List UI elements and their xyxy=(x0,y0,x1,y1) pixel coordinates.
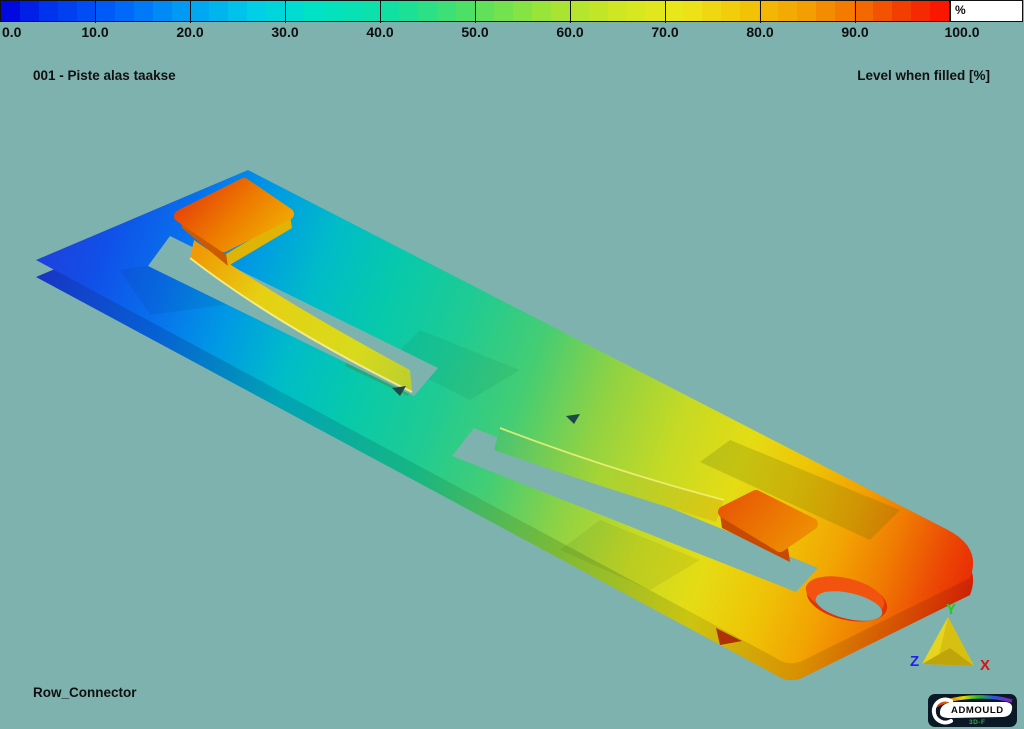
model-viewport-3d[interactable]: X Y Z ADMOULD 3D-F xyxy=(0,0,1024,729)
axis-label-y: Y xyxy=(946,601,956,618)
axis-label-x: X xyxy=(980,657,990,674)
simulation-viewer-window: % 0.010.020.030.040.050.060.070.080.090.… xyxy=(0,0,1024,729)
logo-brand-text: ADMOULD xyxy=(951,705,1004,716)
part-name-label: Row_Connector xyxy=(33,685,137,700)
cadmould-logo: ADMOULD 3D-F xyxy=(928,694,1017,727)
axis-label-z: Z xyxy=(910,653,919,670)
part-3d-model[interactable] xyxy=(36,170,973,680)
logo-variant-text: 3D-F xyxy=(969,719,985,726)
